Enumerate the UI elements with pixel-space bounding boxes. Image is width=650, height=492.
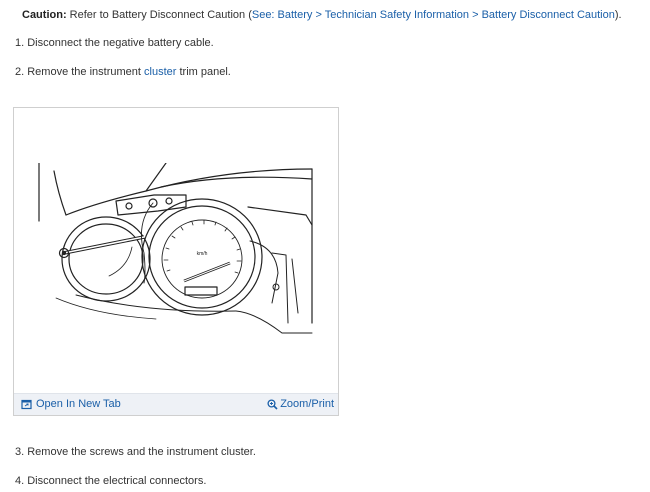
dash-top-line bbox=[65, 168, 313, 216]
step-3: 3. Remove the screws and the instrument … bbox=[15, 446, 256, 458]
open-in-new-tab-link[interactable]: Open In New Tab bbox=[21, 398, 121, 410]
step-4: 4. Disconnect the electrical connectors. bbox=[15, 475, 207, 487]
speedometer: km/h bbox=[141, 198, 263, 316]
figure-container: km/h Open In New Tab Zoom/Print bbox=[13, 107, 339, 416]
caution-label: Caution: bbox=[22, 9, 67, 21]
cluster-link[interactable]: cluster bbox=[144, 66, 176, 78]
dash-left-curve bbox=[53, 170, 67, 216]
dash-right-line bbox=[247, 206, 313, 226]
step-2-suffix: trim panel. bbox=[176, 66, 231, 78]
tachometer bbox=[58, 216, 151, 302]
right-bracket bbox=[249, 240, 299, 324]
open-in-new-tab-label: Open In New Tab bbox=[36, 398, 121, 410]
battery-disconnect-caution-link[interactable]: See: Battery > Technician Safety Informa… bbox=[252, 9, 615, 21]
speed-unit-label: km/h bbox=[197, 251, 208, 257]
zoom-print-label: Zoom/Print bbox=[280, 398, 334, 410]
zoom-magnifier-icon bbox=[267, 398, 278, 410]
open-new-tab-icon bbox=[21, 399, 32, 409]
caution-close: ). bbox=[614, 9, 622, 21]
zoom-print-link[interactable]: Zoom/Print bbox=[267, 398, 334, 410]
step-2-prefix: 2. Remove the instrument bbox=[15, 66, 145, 78]
figure-action-bar: Open In New Tab Zoom/Print bbox=[14, 393, 338, 415]
step-2: 2. Remove the instrument cluster trim pa… bbox=[15, 66, 231, 78]
step-1: 1. Disconnect the negative battery cable… bbox=[15, 37, 214, 49]
caution-text: Refer to Battery Disconnect Caution ( bbox=[66, 9, 252, 21]
caution-note: Caution: Refer to Battery Disconnect Cau… bbox=[22, 9, 622, 21]
instrument-cluster-diagram: km/h bbox=[38, 163, 313, 334]
